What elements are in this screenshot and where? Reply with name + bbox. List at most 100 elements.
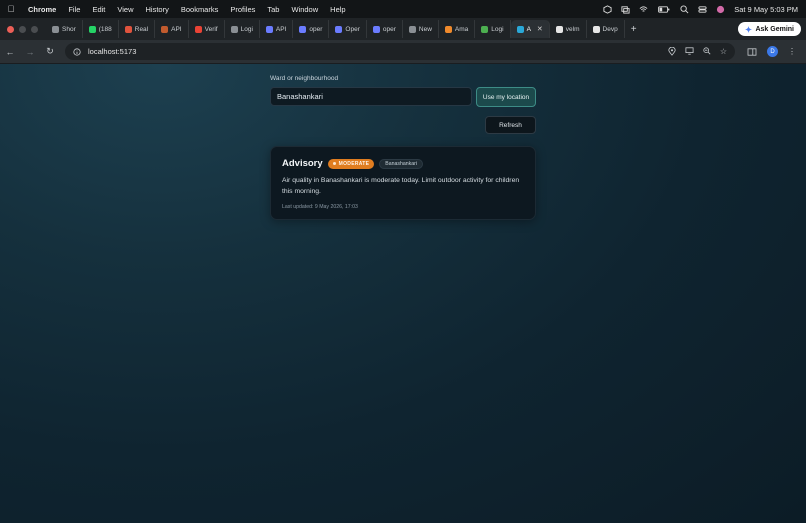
battery-icon[interactable]	[657, 5, 671, 14]
advisory-card: Advisory MODERATE Banashankari Air quali…	[270, 146, 536, 220]
browser-toolbar: ← → ↻ localhost:5173 ☆ D ⋮	[0, 40, 806, 64]
use-my-location-button[interactable]: Use my location	[476, 87, 536, 107]
browser-tab[interactable]: A ✕	[510, 20, 550, 38]
spotlight-search-icon[interactable]	[680, 4, 689, 14]
tab-favicon-icon	[265, 25, 273, 33]
minimize-window-button[interactable]	[19, 25, 26, 33]
ward-chip: Banashankari	[379, 158, 424, 169]
advisory-title: Advisory	[282, 158, 323, 169]
toolbar-right-actions: D ⋮	[747, 46, 796, 57]
ask-gemini-label: Ask Gemini	[755, 25, 794, 33]
apple-icon[interactable]: 	[0, 4, 22, 14]
tab-favicon-icon	[516, 25, 524, 33]
tab-label: Logi	[240, 25, 253, 33]
browser-tab[interactable]: API	[155, 20, 189, 38]
browser-tab[interactable]: Ama	[439, 20, 476, 38]
ward-field-label: Ward or neighbourhood	[270, 75, 339, 82]
menubar-item-file[interactable]: File	[62, 5, 86, 14]
refresh-button[interactable]: Refresh	[485, 116, 536, 134]
side-panel-icon[interactable]	[747, 47, 757, 56]
browser-tab[interactable]: Logi	[225, 20, 260, 38]
tab-favicon-icon	[194, 25, 202, 33]
browser-tab[interactable]: Oper	[329, 20, 367, 38]
more-menu-icon[interactable]: ⋮	[788, 47, 796, 56]
tab-list: Shor (188 Real API Verif Logi API oper Oper oper N…	[46, 18, 625, 40]
close-tab-icon[interactable]: ✕	[537, 25, 543, 33]
tab-label: Oper	[345, 25, 360, 33]
reload-icon[interactable]: ↻	[40, 46, 60, 57]
browser-tab[interactable]: Real	[119, 20, 156, 38]
menubar-menu: Chrome File Edit View History Bookmarks …	[22, 5, 352, 14]
menubar-item-window[interactable]: Window	[285, 5, 324, 14]
ward-input[interactable]	[270, 87, 472, 106]
menubar-item-view[interactable]: View	[111, 5, 139, 14]
extension-cube-icon[interactable]	[603, 4, 612, 14]
browser-tab[interactable]: New	[403, 20, 439, 38]
location-pin-icon[interactable]	[668, 47, 676, 56]
tab-label: Shor	[62, 25, 76, 33]
tab-label: Verif	[204, 25, 218, 33]
profile-avatar[interactable]: D	[767, 46, 778, 57]
browser-tab[interactable]: oper	[367, 20, 403, 38]
cast-icon[interactable]	[685, 47, 694, 55]
browser-tab[interactable]: oper	[293, 20, 330, 38]
forward-arrow-icon[interactable]: →	[20, 47, 40, 57]
tab-label: velm	[565, 25, 580, 33]
back-arrow-icon[interactable]: ←	[0, 47, 20, 57]
gemini-sparkle-icon	[745, 25, 753, 33]
control-center-icon[interactable]	[698, 5, 707, 14]
tab-label: API	[275, 25, 287, 33]
browser-tab[interactable]: Devp	[587, 20, 625, 38]
zoom-icon[interactable]	[703, 47, 711, 55]
tab-label: Devp	[602, 25, 618, 33]
menubar-item-help[interactable]: Help	[324, 5, 351, 14]
tab-favicon-icon	[52, 25, 59, 33]
menubar-item-bookmarks[interactable]: Bookmarks	[175, 5, 225, 14]
menubar-item-tab[interactable]: Tab	[261, 5, 285, 14]
advisory-card-header: Advisory MODERATE Banashankari	[282, 158, 424, 169]
menubar-clock[interactable]: Sat 9 May 5:03 PM	[734, 5, 798, 14]
ask-gemini-button[interactable]: Ask Gemini	[738, 22, 801, 36]
siri-icon[interactable]	[716, 5, 725, 14]
menubar-item-history[interactable]: History	[140, 5, 175, 14]
tab-favicon-icon	[444, 25, 452, 33]
tab-label: Real	[134, 25, 149, 33]
zoom-window-button[interactable]	[31, 25, 38, 33]
advisory-message: Air quality in Banashankari is moderate …	[282, 177, 520, 195]
menubar-item-profiles[interactable]: Profiles	[224, 5, 261, 14]
browser-tab[interactable]: Shor	[46, 20, 83, 38]
close-window-button[interactable]	[7, 25, 14, 33]
tab-label: Ama	[454, 25, 469, 33]
last-updated-timestamp: Last updated: 9 May 2026, 17:03	[282, 204, 358, 210]
screen-mirror-icon[interactable]	[621, 5, 630, 14]
tab-label: API	[171, 25, 182, 33]
address-bar[interactable]: localhost:5173 ☆	[65, 43, 735, 60]
tab-favicon-icon	[481, 25, 489, 33]
tab-favicon-icon	[124, 25, 132, 33]
browser-tab[interactable]: Verif	[189, 20, 225, 38]
tab-favicon-icon	[230, 25, 238, 33]
aqi-level-label: MODERATE	[338, 160, 370, 167]
new-tab-button[interactable]: +	[625, 24, 643, 35]
tab-label: (188	[98, 25, 112, 33]
menubar-app-name[interactable]: Chrome	[22, 5, 62, 14]
browser-tab-strip: Shor (188 Real API Verif Logi API oper Oper oper N…	[0, 18, 806, 40]
browser-tab[interactable]: (188	[83, 20, 119, 38]
tab-label: A	[526, 25, 531, 33]
browser-tab[interactable]: Logi	[475, 20, 511, 38]
menubar-item-edit[interactable]: Edit	[86, 5, 111, 14]
status-dot-icon	[332, 162, 336, 165]
tab-favicon-icon	[372, 25, 380, 33]
omnibox-actions: ☆	[668, 47, 727, 56]
tab-label: New	[418, 25, 432, 33]
tab-favicon-icon	[161, 25, 169, 33]
tab-favicon-icon	[555, 25, 563, 33]
site-info-icon[interactable]	[73, 47, 81, 56]
bookmark-star-icon[interactable]: ☆	[720, 47, 727, 56]
tab-favicon-icon	[88, 25, 96, 33]
aqi-level-badge: MODERATE	[327, 158, 375, 169]
browser-tab[interactable]: API	[260, 20, 294, 38]
wifi-icon[interactable]	[639, 5, 648, 14]
browser-tab[interactable]: velm	[550, 20, 587, 38]
address-url[interactable]: localhost:5173	[88, 47, 136, 56]
